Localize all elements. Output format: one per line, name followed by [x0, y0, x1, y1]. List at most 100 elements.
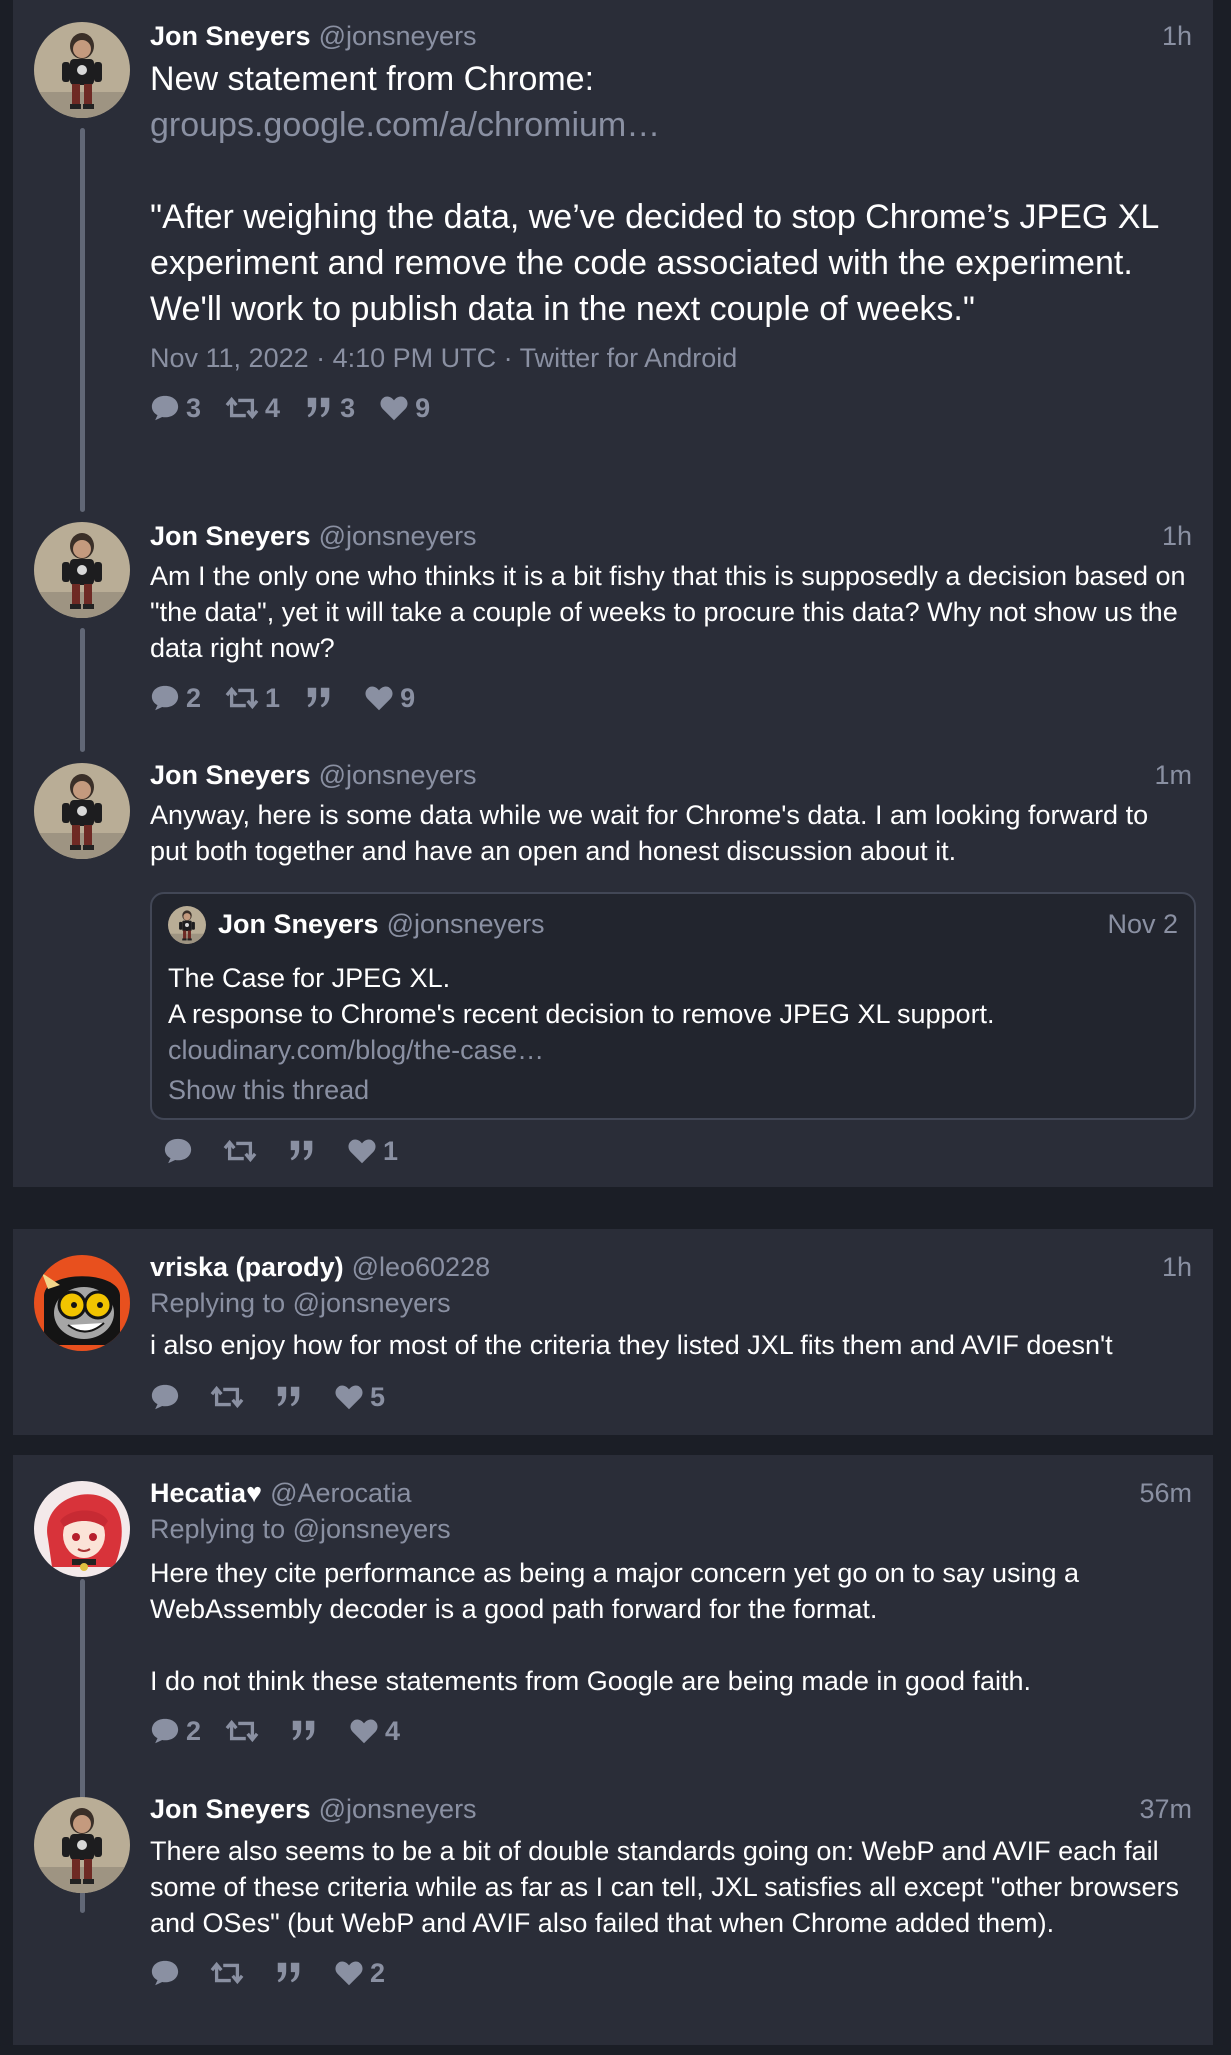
tweet-meta[interactable]: Nov 11, 2022 · 4:10 PM UTC · Twitter for… [150, 340, 1192, 376]
quote-icon [304, 683, 334, 713]
quote-count[interactable] [289, 1716, 325, 1746]
author-handle[interactable]: @jonsneyers [319, 1794, 477, 1824]
retweet-count[interactable]: 4 [225, 393, 280, 424]
comment-bubble-icon [163, 1136, 193, 1166]
tweet-time[interactable]: 37m [1139, 1791, 1192, 1827]
tweet-time[interactable]: 1h [1162, 1249, 1192, 1285]
avatar[interactable] [34, 1255, 130, 1351]
replying-to: Replying to @jonsneyers [150, 1288, 451, 1318]
quoted-time[interactable]: Nov 2 [1107, 904, 1178, 944]
show-thread-link[interactable]: Show this thread [168, 1072, 1178, 1108]
quote-icon [274, 1382, 304, 1412]
like-count[interactable]: 9 [364, 683, 415, 714]
tweet-time[interactable]: 1h [1162, 18, 1192, 54]
thread-line [80, 628, 85, 752]
retweet-count[interactable] [223, 1136, 263, 1166]
heart-icon [379, 393, 409, 423]
retweet-icon [223, 1136, 257, 1166]
quote-icon [274, 1958, 304, 1988]
quote-count[interactable] [274, 1382, 310, 1412]
like-count[interactable]: 9 [379, 393, 430, 424]
tweet-stats: 3 4 3 9 [150, 388, 1192, 428]
thread-line [80, 128, 85, 512]
quoted-tweet[interactable]: Jon Sneyers @jonsneyers Nov 2 The Case fo… [150, 892, 1196, 1120]
retweet-count[interactable] [210, 1382, 250, 1412]
avatar[interactable] [168, 906, 206, 944]
quote-count[interactable]: 3 [304, 393, 355, 424]
author-handle[interactable]: @jonsneyers [319, 521, 477, 551]
comment-bubble-icon [150, 683, 180, 713]
quoted-link[interactable]: cloudinary.com/blog/the-case… [168, 1032, 1178, 1068]
quoted-text: The Case for JPEG XL. [168, 963, 451, 993]
tweet-text: Here they cite performance as being a ma… [150, 1558, 1080, 1624]
author-name[interactable]: vriska (parody) [150, 1252, 344, 1282]
replying-to-handle[interactable]: @jonsneyers [293, 1288, 451, 1318]
comment-bubble-icon [150, 1958, 180, 1988]
tweet-stats: 1 [163, 1131, 422, 1171]
tweet-time[interactable]: 1h [1162, 518, 1192, 554]
author-name[interactable]: Jon Sneyers [150, 760, 311, 790]
retweet-count[interactable]: 1 [225, 683, 280, 714]
reply-count[interactable] [150, 1382, 186, 1412]
avatar[interactable] [34, 522, 130, 618]
tweet-text: There also seems to be a bit of double s… [150, 1836, 1180, 1938]
retweet-count[interactable] [210, 1958, 250, 1988]
thread-card: Hecatia♥ @Aerocatia 56m Replying to @jons… [13, 1455, 1213, 2045]
comment-bubble-icon [150, 1716, 180, 1746]
heart-icon [334, 1382, 364, 1412]
avatar[interactable] [34, 1481, 130, 1577]
quote-count[interactable] [274, 1958, 310, 1988]
tweet-time[interactable]: 56m [1139, 1475, 1192, 1511]
like-count[interactable]: 1 [347, 1136, 398, 1167]
author-name[interactable]: Jon Sneyers [150, 1794, 311, 1824]
quoted-author-handle[interactable]: @jonsneyers [387, 909, 545, 939]
retweet-icon [225, 1716, 259, 1746]
quote-count[interactable] [304, 683, 340, 713]
author-handle[interactable]: @jonsneyers [319, 760, 477, 790]
author-handle[interactable]: @leo60228 [352, 1252, 491, 1282]
tweet-text: Am I the only one who thinks it is a bit… [150, 561, 1186, 663]
replying-to-handle[interactable]: @jonsneyers [293, 1514, 451, 1544]
reply-count[interactable] [150, 1958, 186, 1988]
reply-count[interactable] [163, 1136, 199, 1166]
author-name[interactable]: Hecatia♥ [150, 1478, 262, 1508]
quote-icon [304, 393, 334, 423]
author-name[interactable]: Jon Sneyers [150, 521, 311, 551]
avatar[interactable] [34, 22, 130, 118]
like-count[interactable]: 2 [334, 1958, 385, 1989]
reply-count[interactable]: 2 [150, 1716, 201, 1747]
quote-count[interactable] [287, 1136, 323, 1166]
reply-count[interactable]: 3 [150, 393, 201, 424]
retweet-count[interactable] [225, 1716, 265, 1746]
tweet-time[interactable]: 1m [1154, 757, 1192, 793]
tweet-stats: 2 [150, 1953, 1192, 1993]
heart-icon [347, 1136, 377, 1166]
tweet-text: "After weighing the data, we’ve decided … [150, 198, 1159, 328]
quote-icon [289, 1716, 319, 1746]
avatar[interactable] [34, 763, 130, 859]
author-handle[interactable]: @jonsneyers [319, 21, 477, 51]
retweet-icon [225, 683, 259, 713]
retweet-icon [210, 1382, 244, 1412]
heart-icon [334, 1958, 364, 1988]
quoted-author-name[interactable]: Jon Sneyers [218, 909, 379, 939]
like-count[interactable]: 5 [334, 1382, 385, 1413]
heart-icon [364, 683, 394, 713]
tweet-text: New statement from Chrome: [150, 60, 595, 98]
retweet-icon [225, 393, 259, 423]
quoted-text: A response to Chrome's recent decision t… [168, 999, 995, 1029]
comment-bubble-icon [150, 1382, 180, 1412]
reply-count[interactable]: 2 [150, 683, 201, 714]
tweet-stats: 5 [150, 1377, 1192, 1417]
replying-to: Replying to @jonsneyers [150, 1514, 451, 1544]
comment-bubble-icon [150, 393, 180, 423]
tweet-stats: 2 1 9 [150, 678, 1192, 718]
tweet-link[interactable]: groups.google.com/a/chromium… [150, 102, 1192, 148]
tweet-text: I do not think these statements from Goo… [150, 1666, 1032, 1696]
author-name[interactable]: Jon Sneyers [150, 21, 311, 51]
retweet-icon [210, 1958, 244, 1988]
reply-card: vriska (parody) @leo60228 1h Replying to … [13, 1229, 1213, 1435]
avatar[interactable] [34, 1797, 130, 1893]
like-count[interactable]: 4 [349, 1716, 400, 1747]
author-handle[interactable]: @Aerocatia [270, 1478, 411, 1508]
